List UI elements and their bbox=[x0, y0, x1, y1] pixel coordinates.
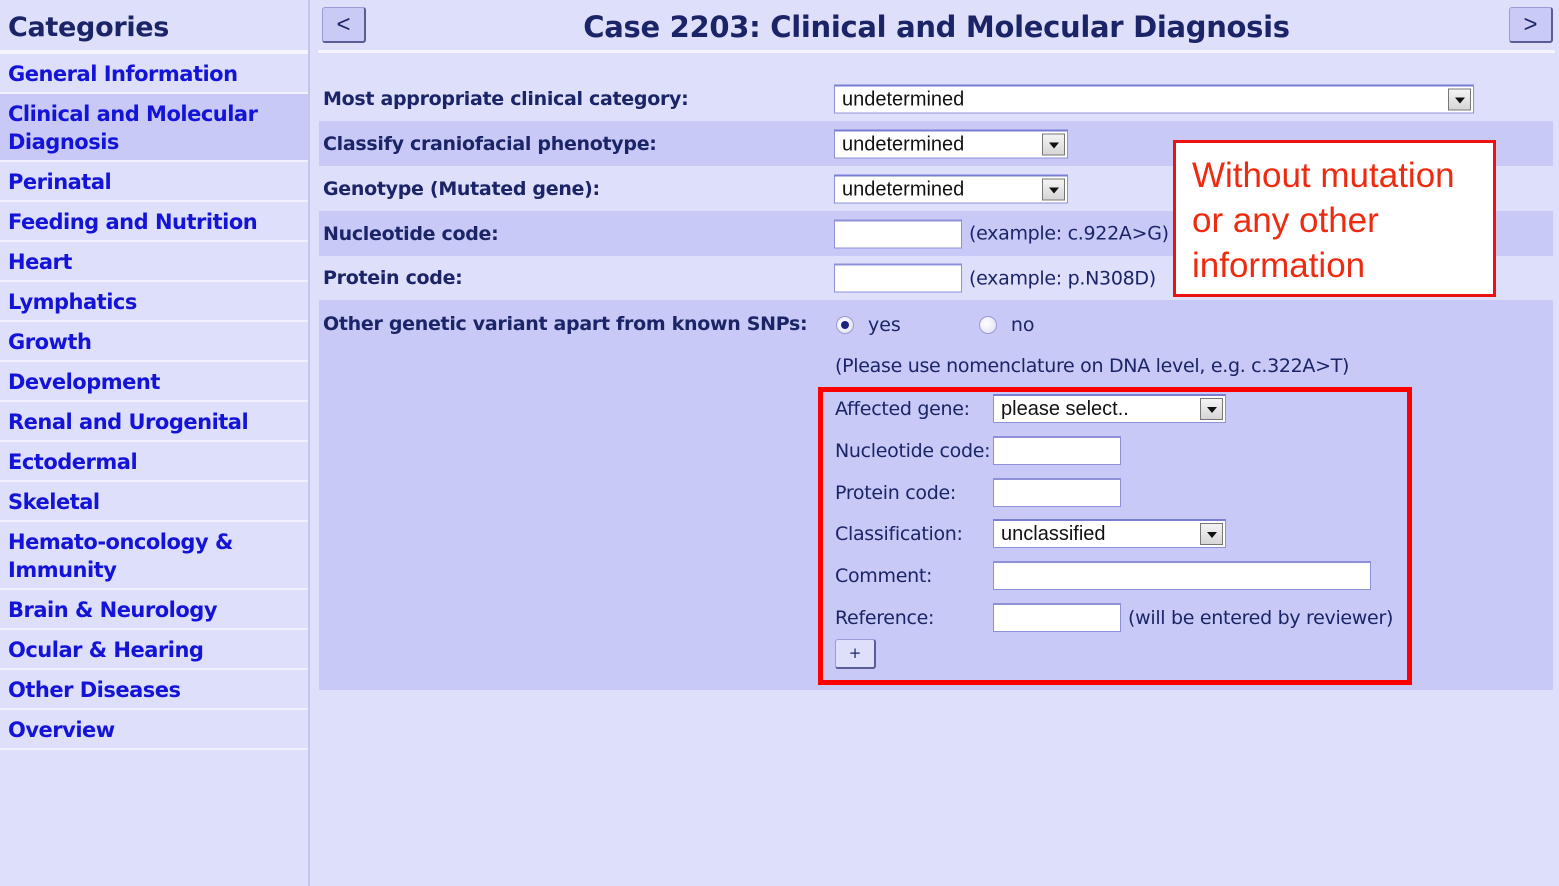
other-variant-radios: yes no bbox=[836, 314, 1035, 336]
protein-hint: (example: p.N308D) bbox=[969, 267, 1156, 289]
next-button[interactable]: > bbox=[1509, 7, 1553, 43]
affected-gene-select[interactable]: please select.. bbox=[993, 394, 1226, 423]
sidebar-item[interactable]: Feeding and Nutrition bbox=[0, 202, 308, 242]
comment-label: Comment: bbox=[835, 564, 933, 587]
variant-protein-row: Protein code: bbox=[835, 478, 1121, 507]
previous-button[interactable]: < bbox=[322, 7, 366, 43]
craniofacial-label: Classify craniofacial phenotype: bbox=[323, 132, 657, 155]
craniofacial-value: undetermined bbox=[842, 133, 965, 155]
craniofacial-select[interactable]: undetermined bbox=[834, 129, 1068, 158]
sidebar-item[interactable]: Brain & Neurology bbox=[0, 590, 308, 630]
sidebar-item[interactable]: Skeletal bbox=[0, 482, 308, 522]
variant-protein-label: Protein code: bbox=[835, 481, 956, 504]
chevron-down-icon[interactable] bbox=[1042, 178, 1065, 200]
reference-label: Reference: bbox=[835, 606, 935, 629]
radio-no-label: no bbox=[1010, 314, 1035, 336]
clinical-category-label: Most appropriate clinical category: bbox=[323, 87, 689, 110]
chevron-down-icon[interactable] bbox=[1200, 523, 1223, 545]
genotype-select[interactable]: undetermined bbox=[834, 174, 1068, 203]
nomenclature-note: (Please use nomenclature on DNA level, e… bbox=[835, 355, 1350, 377]
protein-input[interactable] bbox=[834, 263, 962, 293]
variant-nucleotide-label: Nucleotide code: bbox=[835, 439, 991, 462]
clinical-category-row: Most appropriate clinical category: unde… bbox=[319, 76, 1553, 121]
affected-gene-row: Affected gene: please select.. bbox=[835, 394, 1226, 423]
sidebar-item[interactable]: Clinical and Molecular Diagnosis bbox=[0, 94, 308, 162]
nucleotide-label: Nucleotide code: bbox=[323, 222, 499, 245]
annotation-callout: Without mutation or any other informatio… bbox=[1173, 140, 1496, 297]
variant-protein-input[interactable] bbox=[993, 478, 1121, 507]
nucleotide-hint: (example: c.922A>G) bbox=[969, 222, 1169, 245]
sidebar-item[interactable]: Overview bbox=[0, 710, 308, 750]
classification-value: unclassified bbox=[1001, 523, 1106, 545]
page-title: Case 2203: Clinical and Molecular Diagno… bbox=[583, 10, 1290, 44]
category-list: General Information Clinical and Molecula… bbox=[0, 54, 308, 750]
sidebar-item[interactable]: Ocular & Hearing bbox=[0, 630, 308, 670]
comment-input[interactable] bbox=[993, 561, 1371, 590]
sidebar-item[interactable]: Renal and Urogenital bbox=[0, 402, 308, 442]
sidebar-item[interactable]: Lymphatics bbox=[0, 282, 308, 322]
chevron-down-icon[interactable] bbox=[1200, 398, 1223, 420]
other-variant-label: Other genetic variant apart from known S… bbox=[323, 313, 808, 335]
reference-hint: (will be entered by reviewer) bbox=[1128, 606, 1394, 629]
classification-row: Classification: unclassified bbox=[835, 519, 1226, 548]
sidebar-item[interactable]: Perinatal bbox=[0, 162, 308, 202]
sidebar: Categories General Information Clinical a… bbox=[0, 0, 310, 886]
classification-select[interactable]: unclassified bbox=[993, 519, 1226, 548]
sidebar-item[interactable]: Heart bbox=[0, 242, 308, 282]
sidebar-item[interactable]: Other Diseases bbox=[0, 670, 308, 710]
genotype-value: undetermined bbox=[842, 178, 965, 200]
chevron-down-icon[interactable] bbox=[1448, 88, 1471, 110]
protein-label: Protein code: bbox=[323, 267, 463, 289]
genotype-label: Genotype (Mutated gene): bbox=[323, 177, 600, 200]
radio-yes-label: yes bbox=[868, 314, 901, 336]
comment-row: Comment: bbox=[835, 561, 1371, 590]
clinical-category-value: undetermined bbox=[842, 88, 965, 110]
affected-gene-label: Affected gene: bbox=[835, 397, 970, 420]
clinical-category-select[interactable]: undetermined bbox=[834, 84, 1474, 113]
chevron-down-icon[interactable] bbox=[1042, 133, 1065, 155]
other-variant-section: Other genetic variant apart from known S… bbox=[319, 300, 1553, 690]
sidebar-title: Categories bbox=[0, 0, 308, 54]
radio-yes[interactable] bbox=[836, 316, 854, 334]
sidebar-item[interactable]: General Information bbox=[0, 54, 308, 94]
nucleotide-input[interactable] bbox=[834, 219, 962, 248]
main-panel: < Case 2203: Clinical and Molecular Diag… bbox=[312, 0, 1559, 886]
variant-nucleotide-row: Nucleotide code: bbox=[835, 436, 1121, 465]
radio-no[interactable] bbox=[978, 316, 997, 334]
add-variant-button[interactable]: + bbox=[835, 639, 876, 669]
variant-nucleotide-input[interactable] bbox=[993, 436, 1121, 465]
sidebar-item[interactable]: Growth bbox=[0, 322, 308, 362]
reference-input[interactable] bbox=[993, 603, 1121, 632]
affected-gene-value: please select.. bbox=[1001, 398, 1129, 420]
sidebar-item[interactable]: Hemato-oncology & Immunity bbox=[0, 522, 308, 590]
header: < Case 2203: Clinical and Molecular Diag… bbox=[318, 0, 1555, 53]
sidebar-item[interactable]: Development bbox=[0, 362, 308, 402]
sidebar-item[interactable]: Ectodermal bbox=[0, 442, 308, 482]
classification-label: Classification: bbox=[835, 522, 963, 545]
reference-row: Reference: (will be entered by reviewer) bbox=[835, 603, 1393, 632]
